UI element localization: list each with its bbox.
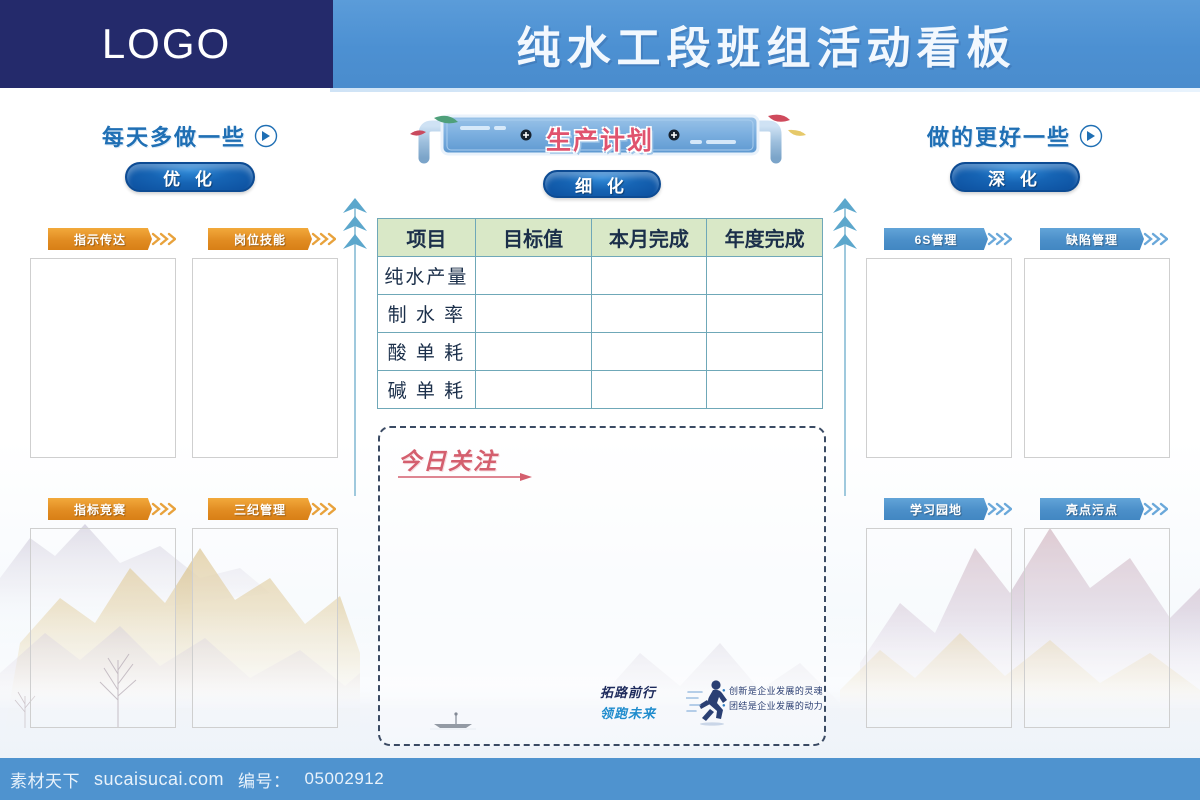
cell-target[interactable] [474,294,592,333]
panel-liangdianwudian[interactable] [1024,528,1170,728]
arrow-right-circle-icon [254,124,278,148]
header-underline [0,88,1200,92]
arrow-rail-right [833,198,857,496]
cell-year[interactable] [706,256,823,295]
row-label: 制 水 率 [377,294,476,333]
row-label: 碱 单 耗 [377,370,476,409]
motto-bullets: 创新是企业发展的灵魂 团结是企业发展的动力 [722,684,823,714]
tag-6s-guanli[interactable]: 6S管理 [884,228,1014,250]
tag-quexianguanli[interactable]: 缺陷管理 [1040,228,1170,250]
panel-zhishichuanda[interactable] [30,258,176,458]
cell-year[interactable] [706,294,823,333]
underline-arrow-icon [398,473,532,481]
panel-6s-guanli[interactable] [866,258,1012,458]
motto-bullet-1: 创新是企业发展的灵魂 [722,684,823,699]
cell-target[interactable] [474,370,592,409]
footer-brand: 素材天下 [10,771,80,791]
tag-label: 6S管理 [914,232,958,247]
panel-gangweijineng[interactable] [192,258,338,458]
production-plan-title: 生产计划 [545,127,654,155]
arrow-rail-left [343,198,367,496]
footer-id-value: 05002912 [304,769,385,788]
chevrons-right-icon [311,232,336,246]
row-label: 酸 单 耗 [377,332,476,371]
tag-liangdianwudian[interactable]: 亮点污点 [1040,498,1170,520]
slogan-right: 做的更好一些 深 化 [880,120,1150,192]
col-header-target: 目标值 [474,218,592,257]
slogan-right-badge-label: 深 化 [988,169,1042,189]
tag-label: 三纪管理 [233,502,286,517]
slogan-left-badge-label: 优 化 [163,169,217,189]
cell-month[interactable] [590,294,708,333]
tag-label: 指示传达 [73,232,126,247]
slogan-left-text: 每天多做一些 [101,125,246,150]
table-row: 碱 单 耗 [377,370,823,409]
chevrons-right-icon [311,502,336,516]
cell-month[interactable] [590,332,708,371]
footer-bar: 素材天下 sucaisucai.com 编号： 05002912 [0,758,1200,800]
production-plan-table: 项目 目标值 本月完成 年度完成 纯水产量 制 水 率 酸 单 耗 碱 单 耗 [377,218,823,409]
chevrons-right-icon [987,232,1012,246]
logo-block: LOGO [0,0,333,88]
motto-block: 拓路前行 领跑未来 创新是企业发展的灵魂 团结是企业发展的动力 [600,678,823,730]
title-block: 纯水工段班组活动看板 [333,0,1200,88]
col-header-month: 本月完成 [590,218,708,257]
panel-xuexiyuandi[interactable] [866,528,1012,728]
center-badge-label: 细 化 [575,176,629,196]
chevrons-right-icon [1143,232,1168,246]
row-label: 纯水产量 [377,256,476,295]
today-focus-title-wrap: 今日关注 [398,442,548,482]
motto-bullet-2: 团结是企业发展的动力 [722,699,823,714]
cell-month[interactable] [590,256,708,295]
cell-year[interactable] [706,370,823,409]
page-header: LOGO 纯水工段班组活动看板 [0,0,1200,88]
table-row: 纯水产量 [377,256,823,295]
tag-zhishichuanda[interactable]: 指示传达 [48,228,178,250]
tag-label: 指标竞赛 [73,502,126,517]
panel-sanjiguanli[interactable] [192,528,338,728]
tag-label: 岗位技能 [233,232,286,247]
cell-year[interactable] [706,332,823,371]
slogan-right-badge[interactable]: 深 化 [950,162,1080,192]
slogan-left-badge[interactable]: 优 化 [125,162,255,192]
production-plan-banner: 生产计划 [390,108,810,166]
panel-quexianguanli[interactable] [1024,258,1170,458]
footer-site: sucaisucai.com [94,768,225,789]
cell-month[interactable] [590,370,708,409]
tag-sanjiguanli[interactable]: 三纪管理 [208,498,338,520]
slogan-right-text: 做的更好一些 [926,125,1071,150]
table-row: 制 水 率 [377,294,823,333]
center-badge-wrap: 细 化 [543,170,661,198]
center-badge[interactable]: 细 化 [543,170,661,198]
tag-zhibiaojingsai[interactable]: 指标竞赛 [48,498,178,520]
chevrons-right-icon [151,232,176,246]
cell-target[interactable] [474,256,592,295]
motto-line-1: 拓路前行 [600,685,657,700]
today-focus-title: 今日关注 [398,448,498,474]
tag-label: 缺陷管理 [1065,232,1118,247]
kanban-board: LOGO 纯水工段班组活动看板 每天多做一些 优 化 做的更好一些 深 化 生产… [0,0,1200,800]
cell-target[interactable] [474,332,592,371]
tag-label: 亮点污点 [1065,502,1118,517]
motto-lines: 拓路前行 领跑未来 [600,682,656,722]
chevrons-right-icon [151,502,176,516]
slogan-left: 每天多做一些 优 化 [55,120,325,192]
tag-label: 学习园地 [909,502,962,517]
footer-id-label: 编号： [238,771,291,791]
chevrons-right-icon [1143,502,1168,516]
table-row: 酸 单 耗 [377,332,823,371]
table-header-row: 项目 目标值 本月完成 年度完成 [377,218,823,257]
chevrons-right-icon [987,502,1012,516]
arrow-right-circle-icon [1079,124,1103,148]
col-header-year: 年度完成 [706,218,823,257]
panel-zhibiaojingsai[interactable] [30,528,176,728]
motto-line-2: 领跑未来 [600,706,657,721]
tag-xuexiyuandi[interactable]: 学习园地 [884,498,1014,520]
tag-gangweijineng[interactable]: 岗位技能 [208,228,338,250]
col-header-item: 项目 [377,218,476,257]
page-title: 纯水工段班组活动看板 [516,24,1017,73]
logo-text: LOGO [101,20,232,67]
